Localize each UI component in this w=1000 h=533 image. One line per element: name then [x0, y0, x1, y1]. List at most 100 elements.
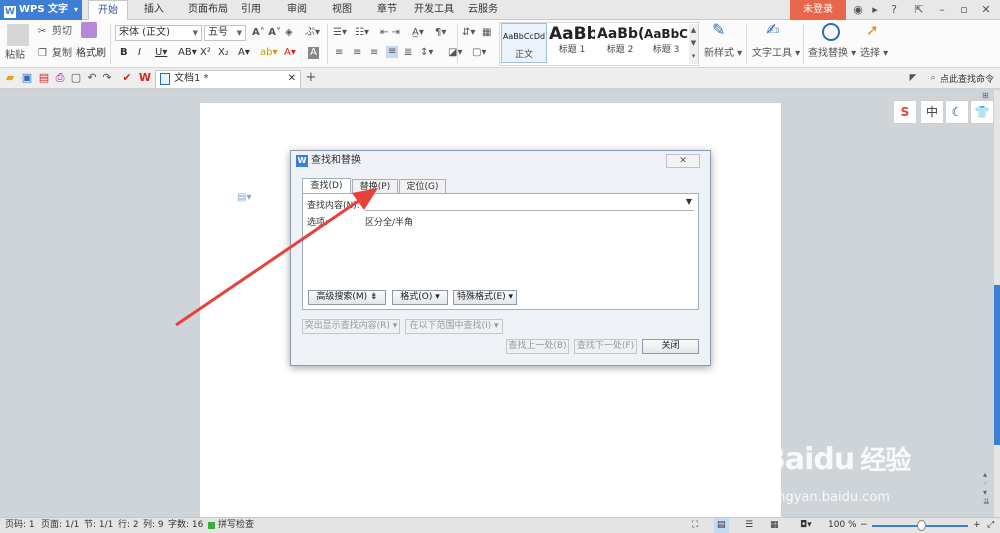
underline-icon[interactable]: U▾: [155, 47, 167, 59]
save-icon[interactable]: ▣: [20, 71, 34, 85]
format-painter-icon[interactable]: [81, 22, 97, 38]
document-tab[interactable]: 文档1 * ✕: [155, 70, 301, 88]
select-button[interactable]: 选择 ▾: [860, 48, 888, 60]
maximize-icon[interactable]: ▫: [957, 3, 971, 17]
wps-w-icon[interactable]: W: [138, 71, 152, 85]
pin-icon[interactable]: ◤: [906, 71, 920, 85]
new-tab-icon[interactable]: +: [304, 71, 318, 85]
scrollbar-thumb[interactable]: [994, 285, 1000, 445]
clear-format-icon[interactable]: ◈: [285, 27, 293, 39]
page-nav-icons[interactable]: ▴ ◦ ▾ ⇊: [983, 470, 990, 506]
format-button[interactable]: 格式(O) ▾: [392, 290, 448, 305]
zoom-value[interactable]: 100 %: [828, 518, 857, 533]
chinese-layout-icon[interactable]: A̲▾: [412, 27, 424, 39]
highlight-icon[interactable]: ab▾: [260, 47, 278, 59]
skin-icon[interactable]: ◉: [851, 3, 865, 17]
open-icon[interactable]: ▰: [3, 71, 17, 85]
tab-developer[interactable]: 开发工具: [412, 0, 456, 20]
chevron-down-icon[interactable]: ▼: [686, 197, 692, 206]
page-view-icon[interactable]: ▤: [714, 518, 729, 533]
outline-view-icon[interactable]: ☰: [745, 518, 753, 533]
tab-chapter[interactable]: 章节: [372, 0, 402, 20]
tab-goto[interactable]: 定位(G): [399, 179, 446, 194]
status-spell-check[interactable]: 拼写检查: [218, 518, 254, 533]
paste-button[interactable]: 粘贴: [5, 50, 25, 62]
format-painter-button[interactable]: 格式刷: [76, 48, 106, 60]
web-view-icon[interactable]: ▦: [770, 518, 779, 533]
close-icon[interactable]: ✕: [979, 3, 993, 17]
subscript-icon[interactable]: X₂: [218, 47, 229, 59]
style-heading-1[interactable]: AaBb 标题 1: [549, 23, 595, 63]
style-normal[interactable]: AaBbCcDd 正文: [501, 23, 547, 63]
align-right-icon[interactable]: ≡: [370, 47, 378, 59]
close-button[interactable]: 关闭: [642, 339, 699, 354]
bold-icon[interactable]: B: [120, 47, 128, 59]
paragraph-marker-icon[interactable]: ▤▾: [237, 192, 251, 203]
search-command-input[interactable]: 点此查找命令: [940, 72, 994, 85]
dialog-title-bar[interactable]: W 查找和替换 ✕: [291, 151, 710, 171]
customize-icon[interactable]: ✔: [120, 71, 134, 85]
style-heading-3[interactable]: AaBbC 标题 3: [643, 23, 689, 63]
table-icon[interactable]: ▦: [482, 27, 491, 39]
scissors-icon[interactable]: ✂: [38, 26, 46, 38]
distribute-icon[interactable]: ≣: [404, 47, 412, 59]
numbering-icon[interactable]: ☷▾: [355, 27, 369, 39]
tab-insert[interactable]: 插入: [136, 0, 172, 20]
find-replace-button[interactable]: 查找替换 ▾: [808, 48, 856, 60]
find-in-range-button[interactable]: 在以下范围中查找(I) ▾: [405, 319, 503, 334]
vertical-scrollbar[interactable]: [994, 90, 1000, 517]
app-menu-button[interactable]: W WPS 文字 ▾: [0, 0, 82, 20]
italic-icon[interactable]: I: [138, 47, 141, 59]
tab-replace[interactable]: 替换(P): [352, 179, 398, 194]
style-gallery-scroll[interactable]: ▲ ▼ ▾: [689, 24, 698, 64]
night-mode-icon[interactable]: ☾: [945, 100, 969, 124]
advanced-search-button[interactable]: 高级搜索(M) ⇟: [308, 290, 386, 305]
font-name-select[interactable]: 宋体 (正文) ▼: [115, 25, 202, 41]
expand-icon[interactable]: ⤢: [987, 518, 994, 533]
tab-home[interactable]: 开始: [88, 0, 128, 21]
find-next-button[interactable]: 查找下一处(F): [574, 339, 637, 354]
tab-review[interactable]: 审阅: [282, 0, 312, 20]
sort-icon[interactable]: ⇵▾: [462, 27, 475, 39]
minimize-icon[interactable]: –: [935, 3, 949, 17]
export-pdf-icon[interactable]: ▤: [37, 71, 51, 85]
find-content-input[interactable]: ▼: [365, 197, 694, 211]
help-icon[interactable]: ?: [887, 3, 901, 17]
font-size-select[interactable]: 五号 ▼: [204, 25, 246, 41]
zoom-in-icon[interactable]: +: [973, 518, 981, 533]
show-marks-icon[interactable]: ¶▾: [435, 27, 446, 39]
style-heading-2[interactable]: AaBb( 标题 2: [597, 23, 643, 63]
new-style-button[interactable]: 新样式 ▾: [704, 48, 742, 60]
phonetic-icon[interactable]: ぷ▾: [305, 27, 320, 39]
find-replace-icon[interactable]: [822, 23, 840, 41]
bullets-icon[interactable]: ☰▾: [333, 27, 347, 39]
undo-icon[interactable]: ↶: [85, 71, 99, 85]
protect-icon[interactable]: ◘▾: [800, 518, 812, 533]
dialog-close-icon[interactable]: ✕: [666, 154, 700, 168]
find-previous-button[interactable]: 查找上一处(B): [506, 339, 569, 354]
print-preview-icon[interactable]: ▢: [69, 71, 83, 85]
align-left-icon[interactable]: ≡: [335, 47, 343, 59]
sogou-icon[interactable]: S: [893, 100, 917, 124]
zoom-slider-handle[interactable]: [917, 520, 926, 531]
cut-button[interactable]: 剪切: [52, 26, 72, 38]
redo-icon[interactable]: ↷: [100, 71, 114, 85]
align-center-icon[interactable]: ≡: [353, 47, 361, 59]
restore-icon[interactable]: ⇱: [912, 3, 926, 17]
status-words[interactable]: 字数: 16: [168, 518, 203, 533]
zoom-out-icon[interactable]: −: [860, 518, 868, 533]
borders-icon[interactable]: ▢▾: [472, 47, 486, 59]
paste-icon[interactable]: [7, 24, 29, 46]
font-color-icon[interactable]: A▾: [284, 47, 296, 59]
tab-view[interactable]: 视图: [327, 0, 357, 20]
grow-font-icon[interactable]: A˄ A˅: [252, 27, 281, 39]
text-tools-button[interactable]: 文字工具 ▾: [752, 48, 800, 60]
indent-icon[interactable]: ⇤ ⇥: [380, 27, 400, 39]
line-spacing-icon[interactable]: ↕▾: [420, 47, 433, 59]
login-button[interactable]: 未登录: [790, 0, 846, 20]
skin-shirt-icon[interactable]: 👕: [970, 100, 994, 124]
ruler-toggle-icon[interactable]: ⊞: [982, 91, 989, 100]
new-style-icon[interactable]: ✎: [712, 22, 725, 38]
justify-icon[interactable]: ≡: [386, 46, 399, 58]
special-format-button[interactable]: 特殊格式(E) ▾: [453, 290, 517, 305]
